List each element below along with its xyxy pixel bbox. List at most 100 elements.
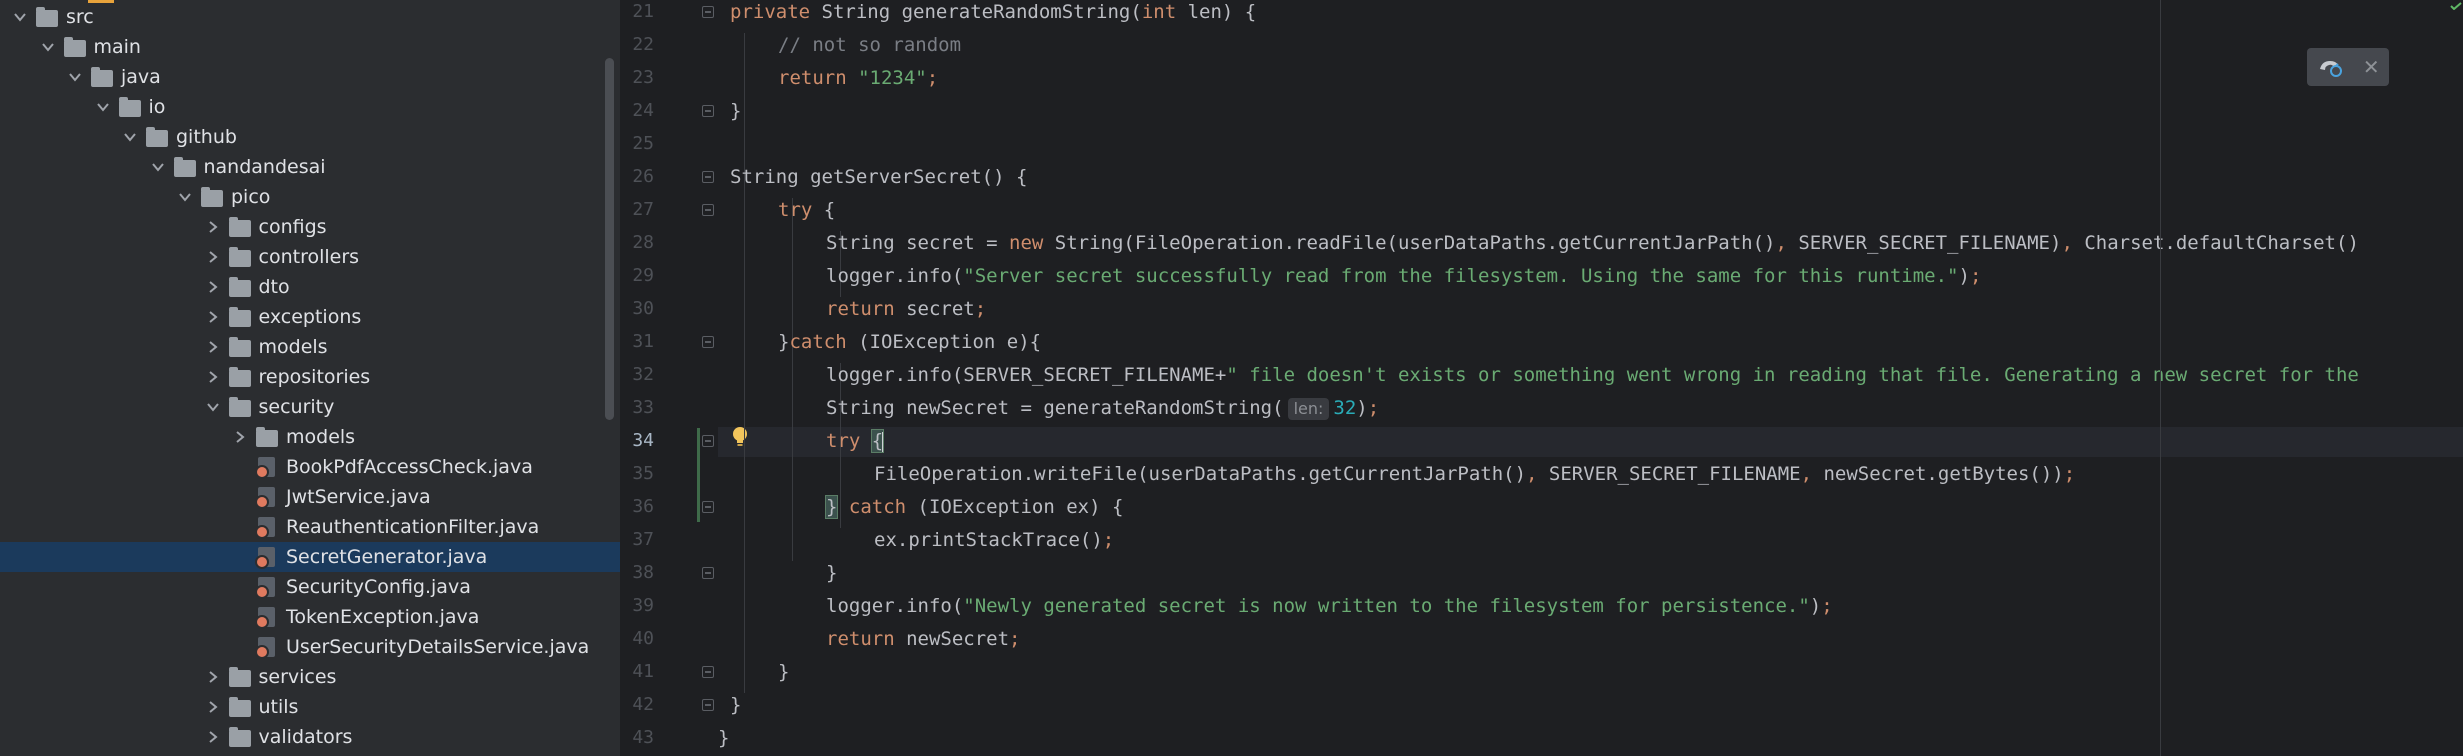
tree-item-file[interactable]: BookPdfAccessCheck.java <box>0 452 620 482</box>
line-number: 28 <box>632 232 654 253</box>
tree-scrollbar[interactable] <box>605 58 614 420</box>
chevron-right-icon[interactable] <box>205 212 221 242</box>
tree-item-file[interactable]: SecretGenerator.java <box>0 542 620 572</box>
tree-item-folder[interactable]: models <box>0 422 620 452</box>
tree-item-folder[interactable]: configs <box>0 212 620 242</box>
tree-item-folder[interactable]: github <box>0 122 620 152</box>
chevron-right-icon[interactable] <box>205 362 221 392</box>
chevron-right-icon[interactable] <box>205 302 221 332</box>
tree-item-file[interactable]: SecurityConfig.java <box>0 572 620 602</box>
tree-item-file[interactable]: ReauthenticationFilter.java <box>0 512 620 542</box>
keyword-token: ; <box>1821 595 1833 617</box>
code-line[interactable]: }catch (IOException e){ <box>778 330 1041 360</box>
tree-item-folder[interactable]: java <box>0 62 620 92</box>
code-line[interactable]: try { <box>826 429 885 459</box>
fold-marker-icon[interactable] <box>702 435 714 447</box>
code-line[interactable]: private String generateRandomString(int … <box>730 0 1256 30</box>
tree-item-label: github <box>176 126 237 148</box>
chevron-down-icon[interactable] <box>12 2 28 32</box>
line-number: 24 <box>632 100 654 121</box>
chevron-right-icon[interactable] <box>205 662 221 692</box>
line-number: 40 <box>632 628 654 649</box>
chevron-right-icon[interactable] <box>205 692 221 722</box>
chevron-down-icon[interactable] <box>205 392 221 422</box>
keyword-token: catch <box>789 331 859 353</box>
tree-item-folder[interactable]: controllers <box>0 242 620 272</box>
code-line[interactable]: return newSecret; <box>826 627 1020 657</box>
tree-item-folder[interactable]: validators <box>0 722 620 752</box>
code-line[interactable]: FileOperation.writeFile(userDataPaths.ge… <box>874 462 2075 492</box>
tree-item-folder[interactable]: security <box>0 392 620 422</box>
tree-item-folder[interactable]: pico <box>0 182 620 212</box>
code-line[interactable]: String newSecret = generateRandomString(… <box>826 396 1379 426</box>
tree-item-file[interactable]: TokenException.java <box>0 602 620 632</box>
plugin-status-icon[interactable] <box>2316 55 2344 79</box>
code-token: String(FileOperation.readFile(userDataPa… <box>1054 232 1776 254</box>
keyword-token: ; <box>926 67 939 89</box>
code-line[interactable]: } catch (IOException ex) { <box>824 495 1123 525</box>
chevron-right-icon[interactable] <box>205 332 221 362</box>
code-line[interactable]: } <box>718 726 729 756</box>
code-line[interactable]: String getServerSecret() { <box>730 165 1027 195</box>
chevron-down-icon[interactable] <box>67 62 83 92</box>
fold-marker-icon[interactable] <box>702 699 714 711</box>
chevron-right-icon[interactable] <box>205 722 221 752</box>
code-line[interactable]: return secret; <box>826 297 986 327</box>
chevron-down-icon[interactable] <box>177 182 193 212</box>
keyword-token: try <box>826 430 872 452</box>
code-line[interactable]: // not so random <box>778 33 961 63</box>
tree-item-file[interactable]: UserSecurityDetailsService.java <box>0 632 620 662</box>
tree-item-folder[interactable]: exceptions <box>0 302 620 332</box>
tree-item-file[interactable]: JwtService.java <box>0 482 620 512</box>
tree-item-folder[interactable]: repositories <box>0 362 620 392</box>
project-tree-panel[interactable]: src main java io github nandandesai pico config… <box>0 0 620 756</box>
code-line[interactable]: String secret = new String(FileOperation… <box>826 231 2359 261</box>
fold-marker-icon[interactable] <box>702 171 714 183</box>
chevron-right-icon[interactable] <box>232 422 248 452</box>
vcs-change-marker[interactable] <box>697 428 700 522</box>
close-icon[interactable]: ✕ <box>2363 55 2380 79</box>
code-line[interactable]: ex.printStackTrace(); <box>874 528 1114 558</box>
fold-marker-icon[interactable] <box>702 336 714 348</box>
code-line[interactable]: return "1234"; <box>778 66 938 96</box>
code-area[interactable]: private String generateRandomString(int … <box>718 0 2463 756</box>
fold-marker-icon[interactable] <box>702 6 714 18</box>
tree-item-folder[interactable]: main <box>0 32 620 62</box>
chevron-down-icon[interactable] <box>150 152 166 182</box>
tree-item-folder[interactable]: models <box>0 332 620 362</box>
tree-item-folder[interactable]: src <box>0 2 620 32</box>
plugin-status-popup[interactable]: ✕ <box>2307 48 2389 86</box>
chevron-down-icon[interactable] <box>122 122 138 152</box>
code-line[interactable]: logger.info(SERVER_SECRET_FILENAME+" fil… <box>826 363 2359 393</box>
code-line[interactable]: } <box>730 99 741 129</box>
fold-marker-icon[interactable] <box>702 666 714 678</box>
inspection-check-icon[interactable] <box>2450 2 2462 10</box>
chevron-right-icon[interactable] <box>205 242 221 272</box>
code-editor[interactable]: 21 22 23 24 25 26 27 28 29 30 31 32 33 34 35 36 37 38 39 40… <box>622 0 2463 756</box>
code-line[interactable]: } <box>826 561 837 591</box>
tree-item-folder[interactable]: nandandesai <box>0 152 620 182</box>
code-line[interactable]: try { <box>778 198 835 228</box>
line-number: 37 <box>632 529 654 550</box>
chevron-down-icon[interactable] <box>95 92 111 122</box>
code-line[interactable]: } <box>778 660 789 690</box>
code-line[interactable]: logger.info("Newly generated secret is n… <box>826 594 1833 624</box>
line-number: 25 <box>632 133 654 154</box>
code-line[interactable]: } <box>730 693 741 723</box>
editor-gutter[interactable]: 21 22 23 24 25 26 27 28 29 30 31 32 33 34 35 36 37 38 39 40… <box>622 0 747 756</box>
code-line[interactable]: logger.info("Server secret successfully … <box>826 264 1981 294</box>
fold-marker-icon[interactable] <box>702 204 714 216</box>
tree-item-folder[interactable]: io <box>0 92 620 122</box>
fold-marker-icon[interactable] <box>702 105 714 117</box>
chevron-down-icon[interactable] <box>40 32 56 62</box>
tree-item-folder[interactable]: utils <box>0 692 620 722</box>
code-token: len) { <box>1187 1 1257 23</box>
chevron-right-icon[interactable] <box>205 272 221 302</box>
fold-marker-icon[interactable] <box>702 501 714 513</box>
fold-marker-icon[interactable] <box>702 567 714 579</box>
tree-item-folder[interactable]: dto <box>0 272 620 302</box>
tree-item-label: exceptions <box>258 306 362 328</box>
tree-item-label: TokenException.java <box>286 606 480 628</box>
folder-icon <box>228 667 251 687</box>
tree-item-folder[interactable]: services <box>0 662 620 692</box>
